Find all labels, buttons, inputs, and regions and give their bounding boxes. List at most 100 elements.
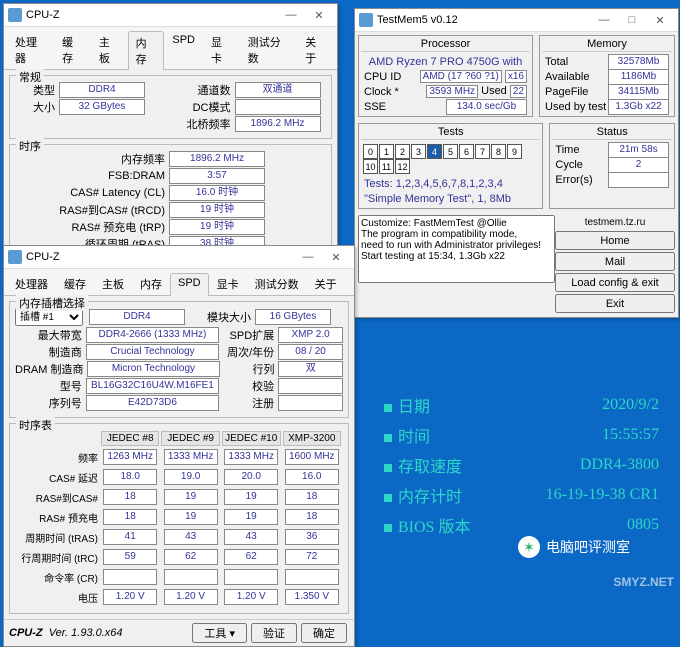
titlebar[interactable]: CPU-Z — ✕ — [4, 4, 337, 27]
window-title: CPU-Z — [26, 9, 60, 21]
timings-table-group: 时序表 JEDEC #8JEDEC #9JEDEC #10XMP-3200频率1… — [9, 423, 349, 614]
test-indicator: 12 — [395, 159, 410, 174]
titlebar[interactable]: TestMem5 v0.12 — □ ✕ — [355, 9, 678, 32]
memory-section: Memory Total32578Mb Available1186Mb Page… — [539, 35, 675, 117]
app-icon — [359, 13, 373, 27]
test-indicators: 0123456789101112 — [361, 142, 540, 176]
table-row: RAS# 预充电18191918 — [17, 508, 341, 526]
tab-主板[interactable]: 主板 — [94, 272, 132, 295]
timing-row: CAS# Latency (CL)16.0 时钟 — [15, 185, 326, 201]
tab-测试分数[interactable]: 测试分数 — [240, 30, 298, 69]
desk-row: 时间15:55:57 — [376, 420, 679, 450]
tab-测试分数[interactable]: 测试分数 — [247, 272, 307, 295]
slot-row: 最大带宽DDR4-2666 (1333 MHz)SPD扩展XMP 2.0 — [15, 327, 343, 343]
col-header: JEDEC #8 — [101, 431, 159, 446]
status-section: Status Time21m 58s Cycle2 Error(s) — [549, 123, 675, 209]
desk-row: 日期2020/9/2 — [376, 390, 679, 420]
memory-header: Memory — [542, 38, 672, 52]
minimize-button[interactable]: — — [294, 248, 322, 266]
exit-button[interactable]: Exit — [555, 294, 675, 313]
test-indicator: 5 — [443, 144, 458, 159]
col-header: JEDEC #9 — [161, 431, 219, 446]
test-indicator: 11 — [379, 159, 394, 174]
table-row: 周期时间 (tRAS)41434336 — [17, 528, 341, 546]
log-textarea[interactable]: Customize: FastMemTest @Ollie The progra… — [358, 215, 555, 283]
timing-row: FSB:DRAM3:57 — [15, 168, 326, 184]
test-indicator: 4 — [427, 144, 442, 159]
cpuz-icon — [8, 8, 22, 22]
table-row: 频率1263 MHz1333 MHz1333 MHz1600 MHz — [17, 448, 341, 466]
slot-row: 序列号E42D73D6注册 — [15, 395, 343, 411]
titlebar[interactable]: CPU-Z — ✕ — [4, 246, 354, 269]
table-row: 命令率 (CR) — [17, 568, 341, 586]
tab-SPD[interactable]: SPD — [164, 30, 203, 69]
slot-row: 型号BL16G32C16U4W.M16FE1校验 — [15, 378, 343, 394]
close-button[interactable]: ✕ — [322, 248, 350, 266]
test-indicator: 7 — [475, 144, 490, 159]
col-header: JEDEC #10 — [222, 431, 281, 446]
testmem5-window: TestMem5 v0.12 — □ ✕ Processor AMD Ryzen… — [354, 8, 679, 318]
test-indicator: 10 — [363, 159, 378, 174]
tools-button[interactable]: 工具 ▾ — [192, 623, 247, 643]
table-row: RAS#到CAS#18191918 — [17, 488, 341, 506]
tab-SPD[interactable]: SPD — [170, 273, 209, 296]
tab-显卡[interactable]: 显卡 — [209, 272, 247, 295]
tab-缓存[interactable]: 缓存 — [56, 272, 94, 295]
cpuz-spd-window: CPU-Z — ✕ 处理器缓存主板内存SPD显卡测试分数关于 内存插槽选择 插槽… — [3, 245, 355, 647]
timings-table: JEDEC #8JEDEC #9JEDEC #10XMP-3200 频率1263 … — [15, 429, 343, 608]
test-indicator: 8 — [491, 144, 506, 159]
general-group: 常规 类型DDR4 大小32 GBytes 通道数双通道 DC模式 北桥频率18… — [9, 75, 332, 139]
cpuz-icon — [8, 250, 22, 264]
table-row: 行周期时间 (tRC)59626272 — [17, 548, 341, 566]
table-row: 电压1.20 V1.20 V1.20 V1.350 V — [17, 588, 341, 606]
site-link[interactable]: testmem.tz.ru — [555, 217, 675, 228]
window-title: CPU-Z — [26, 251, 60, 263]
window-title: TestMem5 v0.12 — [377, 14, 458, 26]
tabstrip: 处理器缓存主板内存SPD显卡测试分数关于 — [4, 269, 354, 296]
test-indicator: 6 — [459, 144, 474, 159]
load-config-button[interactable]: Load config & exit — [555, 273, 675, 292]
tab-内存[interactable]: 内存 — [132, 272, 170, 295]
mail-button[interactable]: Mail — [555, 252, 675, 271]
test-indicator: 2 — [395, 144, 410, 159]
close-button[interactable]: ✕ — [305, 6, 333, 24]
slot-group: 内存插槽选择 插槽 #1 DDR4 模块大小 16 GBytes 最大带宽DDR… — [9, 301, 349, 418]
tab-缓存[interactable]: 缓存 — [54, 30, 91, 69]
ok-button[interactable]: 确定 — [301, 623, 347, 643]
watermark: SMYZ.NET — [613, 575, 674, 589]
minimize-button[interactable]: — — [277, 6, 305, 24]
wechat-label: ✶电脑吧评测室 — [518, 536, 630, 558]
desktop-info-panel: 日期2020/9/2 时间15:55:57 存取速度DDR4-3800 内存计时… — [376, 390, 679, 540]
table-row: CAS# 延迟18.019.020.016.0 — [17, 468, 341, 486]
processor-section: Processor AMD Ryzen 7 PRO 4750G with CPU… — [358, 35, 533, 117]
tabstrip: 处理器缓存主板内存SPD显卡测试分数关于 — [4, 27, 337, 70]
tab-关于[interactable]: 关于 — [307, 272, 345, 295]
timing-row: RAS# 预充电 (tRP)19 时钟 — [15, 219, 326, 235]
wechat-icon: ✶ — [518, 536, 540, 558]
slot-row: DRAM 制造商Micron Technology行列双 — [15, 361, 343, 377]
test-indicator: 3 — [411, 144, 426, 159]
timing-row: 内存频率1896.2 MHz — [15, 151, 326, 167]
tab-处理器[interactable]: 处理器 — [7, 272, 56, 295]
maximize-button[interactable]: □ — [618, 11, 646, 29]
validate-button[interactable]: 验证 — [251, 623, 297, 643]
test-indicator: 1 — [379, 144, 394, 159]
home-button[interactable]: Home — [555, 231, 675, 250]
processor-header: Processor — [361, 38, 530, 52]
test-indicator: 9 — [507, 144, 522, 159]
tests-section: Tests 0123456789101112 Tests: 1,2,3,4,5,… — [358, 123, 543, 209]
tab-主板[interactable]: 主板 — [91, 30, 128, 69]
desk-row: 存取速度DDR4-3800 — [376, 450, 679, 480]
tab-内存[interactable]: 内存 — [128, 31, 165, 70]
cpu-name: AMD Ryzen 7 PRO 4750G with — [361, 54, 530, 69]
tab-显卡[interactable]: 显卡 — [203, 30, 240, 69]
minimize-button[interactable]: — — [590, 11, 618, 29]
close-button[interactable]: ✕ — [646, 11, 674, 29]
footer: CPU-Z Ver. 1.93.0.x64 工具 ▾ 验证 确定 — [4, 619, 354, 646]
tab-关于[interactable]: 关于 — [297, 30, 334, 69]
tab-处理器[interactable]: 处理器 — [7, 30, 54, 69]
test-indicator: 0 — [363, 144, 378, 159]
col-header: XMP-3200 — [283, 431, 341, 446]
desk-row: 内存计时16-19-19-38 CR1 — [376, 480, 679, 510]
timing-row: RAS#到CAS# (tRCD)19 时钟 — [15, 202, 326, 218]
